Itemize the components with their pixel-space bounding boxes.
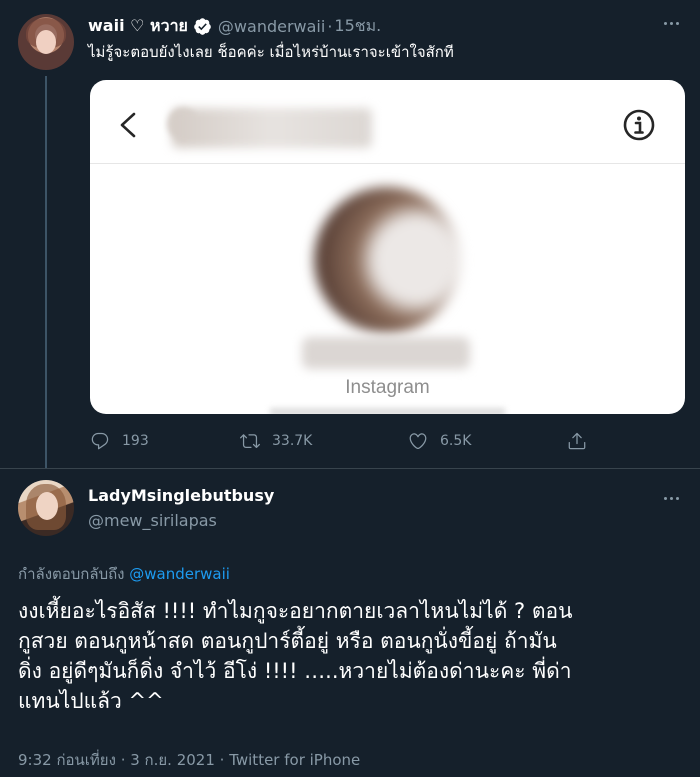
blurred-text xyxy=(270,408,505,414)
replying-to: กำลังตอบกลับถึง @wanderwaii xyxy=(18,562,230,586)
card-caption: Instagram xyxy=(345,377,430,398)
reply-count: 193 xyxy=(122,433,149,449)
share-icon xyxy=(568,432,586,450)
display-name[interactable]: LadyMsinglebutbusy xyxy=(88,486,274,505)
share-button[interactable] xyxy=(567,430,599,452)
retweet-button[interactable]: 33.7K xyxy=(240,430,312,452)
retweet-icon xyxy=(240,434,260,449)
tweet-text-line: งงเหี้ยอะไรอิสัส !!!! ทำไมกูจะอยากตายเวล… xyxy=(18,599,573,623)
like-button[interactable]: 6.5K xyxy=(408,430,471,452)
tweet-timestamp-source[interactable]: 9:32 ก่อนเที่ยง · 3 ก.ย. 2021 · Twitter … xyxy=(18,748,360,772)
verified-badge-icon xyxy=(194,17,211,35)
heart-icon xyxy=(409,433,427,450)
retweet-count: 33.7K xyxy=(272,433,313,449)
blurred-profile-name xyxy=(302,337,470,369)
blurred-username xyxy=(172,108,372,148)
like-count: 6.5K xyxy=(440,433,472,449)
tweet-text: งงเหี้ยอะไรอิสัส !!!! ทำไมกูจะอยากตายเวล… xyxy=(18,596,684,716)
tweet-time[interactable]: 15ชม. xyxy=(334,14,381,39)
parent-tweet[interactable]: waii ♡ หวาย @wanderwaii · 15ชม. ไม่รู้จะ… xyxy=(0,0,700,468)
thread-connector-line xyxy=(45,76,47,468)
tweet-text: ไม่รู้จะตอบยังไงเลย ช็อคค่ะ เมื่อไหร่บ้า… xyxy=(88,43,454,61)
tweet-text-line: แทนไปแล้ว ^^ xyxy=(18,689,164,713)
reply-icon xyxy=(91,432,109,450)
tweet-header: waii ♡ หวาย @wanderwaii · 15ชม. xyxy=(88,15,381,37)
more-options-icon[interactable] xyxy=(664,18,686,28)
user-handle[interactable]: @wanderwaii xyxy=(218,17,325,36)
avatar[interactable] xyxy=(18,14,74,70)
info-icon xyxy=(623,109,655,141)
blurred-profile-photo xyxy=(314,187,460,333)
card-divider xyxy=(90,163,685,164)
display-name[interactable]: waii ♡ หวาย xyxy=(88,14,188,39)
user-handle[interactable]: @mew_sirilapas xyxy=(88,511,217,530)
replying-to-label: กำลังตอบกลับถึง xyxy=(18,565,125,583)
separator-dot: · xyxy=(327,16,333,36)
back-arrow-icon xyxy=(120,112,136,138)
reply-button[interactable]: 193 xyxy=(90,430,149,452)
avatar[interactable] xyxy=(18,480,74,536)
tweet-image-card[interactable]: Instagram xyxy=(90,80,685,414)
replying-to-link[interactable]: @wanderwaii xyxy=(129,565,230,583)
more-options-icon[interactable] xyxy=(664,493,686,503)
tweet-text-line: ดิ่ง อยู่ดีๆมันก็ดิ่ง จำไว้ อีโง่ !!!! …… xyxy=(18,659,572,683)
reply-tweet[interactable]: LadyMsinglebutbusy @mew_sirilapas กำลังต… xyxy=(0,468,700,777)
tweet-text-line: กูสวย ตอนกูหน้าสด ตอนกูปาร์ตี้อยู่ หรือ … xyxy=(18,629,557,653)
